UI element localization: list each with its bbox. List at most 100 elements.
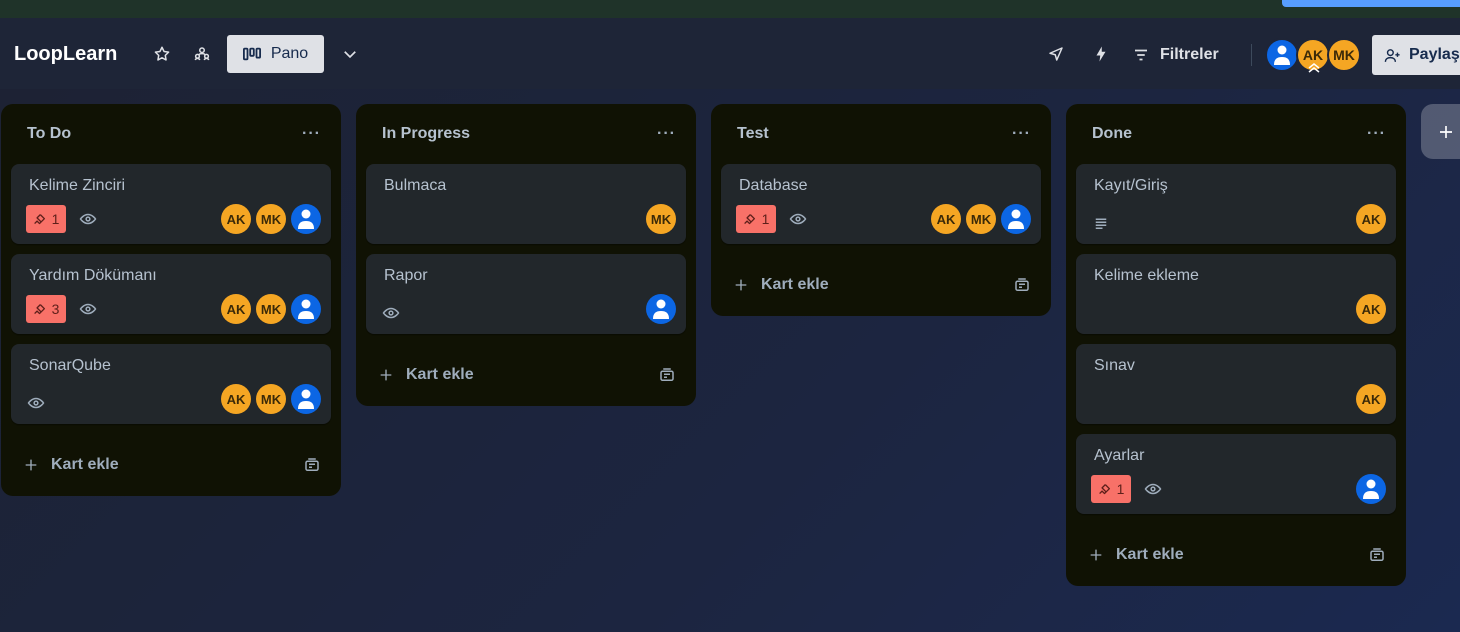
create-from-template-icon[interactable] <box>303 456 321 474</box>
card-title: SonarQube <box>29 357 111 374</box>
card-members: AK MK <box>221 294 321 324</box>
member-avatar[interactable]: MK <box>256 204 286 234</box>
automation-bolt-icon[interactable] <box>1087 40 1115 68</box>
card[interactable]: Database 1 AK MK <box>721 164 1041 244</box>
workspace-visibility-icon[interactable] <box>188 40 216 68</box>
card[interactable]: SonarQube AK MK <box>11 344 331 424</box>
card[interactable]: Yardım Dökümanı 3 AK MK <box>11 254 331 334</box>
more-options-icon[interactable]: ··· <box>1012 125 1031 143</box>
member-avatar[interactable]: AK <box>1356 294 1386 324</box>
card[interactable]: Sınav AK <box>1076 344 1396 424</box>
add-list-button[interactable] <box>1421 104 1460 159</box>
label-icon <box>743 213 756 226</box>
card-title: Ayarlar <box>1094 447 1145 464</box>
add-card-label: Kart ekle <box>761 276 829 293</box>
watch-eye-icon <box>78 299 98 319</box>
add-card-row: Kart ekle <box>721 254 1041 316</box>
add-card-row: Kart ekle <box>366 344 686 406</box>
watch-eye-icon <box>381 303 401 323</box>
member-avatar[interactable] <box>1356 474 1386 504</box>
label-count: 1 <box>51 211 60 227</box>
header-divider <box>1251 44 1252 66</box>
board-view-button[interactable]: Pano <box>227 35 324 73</box>
create-from-template-icon[interactable] <box>1013 276 1031 294</box>
member-avatar[interactable] <box>1265 38 1299 72</box>
filter-button[interactable]: Filtreler <box>1132 40 1219 70</box>
add-card-button[interactable]: Kart ekle <box>378 366 474 384</box>
list-0: To Do ··· Kelime Zinciri 1 AK MK Yardım Döküma… <box>1 104 341 496</box>
list-title[interactable]: Test <box>737 125 769 143</box>
board-members[interactable]: AK MK <box>1265 38 1361 73</box>
member-avatar[interactable]: MK <box>646 204 676 234</box>
member-avatar[interactable] <box>646 294 676 324</box>
card[interactable]: Bulmaca MK <box>366 164 686 244</box>
card[interactable]: Kayıt/Giriş AK <box>1076 164 1396 244</box>
card-badges: 3 <box>26 295 98 323</box>
card-title: Sınav <box>1094 357 1135 374</box>
share-label: Paylaş <box>1409 46 1460 63</box>
plus-icon <box>1088 547 1104 563</box>
label-icon <box>33 303 46 316</box>
label-badge: 1 <box>736 205 776 233</box>
member-avatar[interactable] <box>291 204 321 234</box>
member-avatar[interactable]: MK <box>256 384 286 414</box>
member-avatar[interactable]: AK <box>221 384 251 414</box>
card-members <box>646 294 676 324</box>
watch-eye-icon <box>78 209 98 229</box>
member-avatar[interactable]: AK <box>1356 384 1386 414</box>
card[interactable]: Ayarlar 1 <box>1076 434 1396 514</box>
more-options-icon[interactable]: ··· <box>1367 125 1386 143</box>
add-card-button[interactable]: Kart ekle <box>1088 546 1184 564</box>
label-badge: 3 <box>26 295 66 323</box>
member-avatar[interactable] <box>1001 204 1031 234</box>
card-members: AK <box>1356 384 1386 414</box>
card-badges <box>381 303 401 323</box>
plus-icon <box>23 457 39 473</box>
power-ups-rocket-icon[interactable] <box>1042 40 1070 68</box>
member-avatar[interactable]: AK <box>1356 204 1386 234</box>
board-title[interactable]: LoopLearn <box>14 43 117 66</box>
add-person-icon <box>1384 48 1400 62</box>
card[interactable]: Kelime Zinciri 1 AK MK <box>11 164 331 244</box>
card-title: Database <box>739 177 808 194</box>
list-title[interactable]: Done <box>1092 125 1132 143</box>
list-title[interactable]: In Progress <box>382 125 470 143</box>
share-button[interactable]: Paylaş <box>1372 35 1460 75</box>
create-from-template-icon[interactable] <box>658 366 676 384</box>
add-card-button[interactable]: Kart ekle <box>733 276 829 294</box>
plus-icon <box>1440 125 1452 138</box>
member-avatar[interactable]: AK <box>221 294 251 324</box>
more-options-icon[interactable]: ··· <box>302 125 321 143</box>
member-avatar[interactable]: AK <box>1296 38 1330 73</box>
plus-icon <box>733 277 749 293</box>
member-avatar[interactable]: AK <box>221 204 251 234</box>
card-title: Bulmaca <box>384 177 447 194</box>
list-title[interactable]: To Do <box>27 125 71 143</box>
filter-icon <box>1135 49 1147 61</box>
list-header: In Progress ··· <box>366 104 686 164</box>
card-title: Kayıt/Giriş <box>1094 177 1168 194</box>
card-members: AK MK <box>931 204 1031 234</box>
watch-eye-icon <box>1143 479 1163 499</box>
member-avatar[interactable] <box>291 384 321 414</box>
member-avatar[interactable]: AK <box>931 204 961 234</box>
label-count: 1 <box>761 211 770 227</box>
card-badges <box>1091 213 1111 233</box>
add-card-button[interactable]: Kart ekle <box>23 456 119 474</box>
card-members: MK <box>646 204 676 234</box>
card[interactable]: Rapor <box>366 254 686 334</box>
member-avatar[interactable]: MK <box>256 294 286 324</box>
more-options-icon[interactable]: ··· <box>657 125 676 143</box>
board-header: LoopLearn Pano Filtreler AK MK Paylaş <box>0 18 1460 89</box>
list-1: In Progress ··· Bulmaca MK Rapor Kart ekle <box>356 104 696 406</box>
chevron-down-icon[interactable] <box>336 40 364 68</box>
plus-icon <box>378 367 394 383</box>
list-header: To Do ··· <box>11 104 331 164</box>
star-icon[interactable] <box>148 40 176 68</box>
member-avatar[interactable]: MK <box>966 204 996 234</box>
card-badges <box>26 393 46 413</box>
member-avatar[interactable] <box>291 294 321 324</box>
card[interactable]: Kelime ekleme AK <box>1076 254 1396 334</box>
member-avatar[interactable]: MK <box>1327 38 1361 72</box>
create-from-template-icon[interactable] <box>1368 546 1386 564</box>
